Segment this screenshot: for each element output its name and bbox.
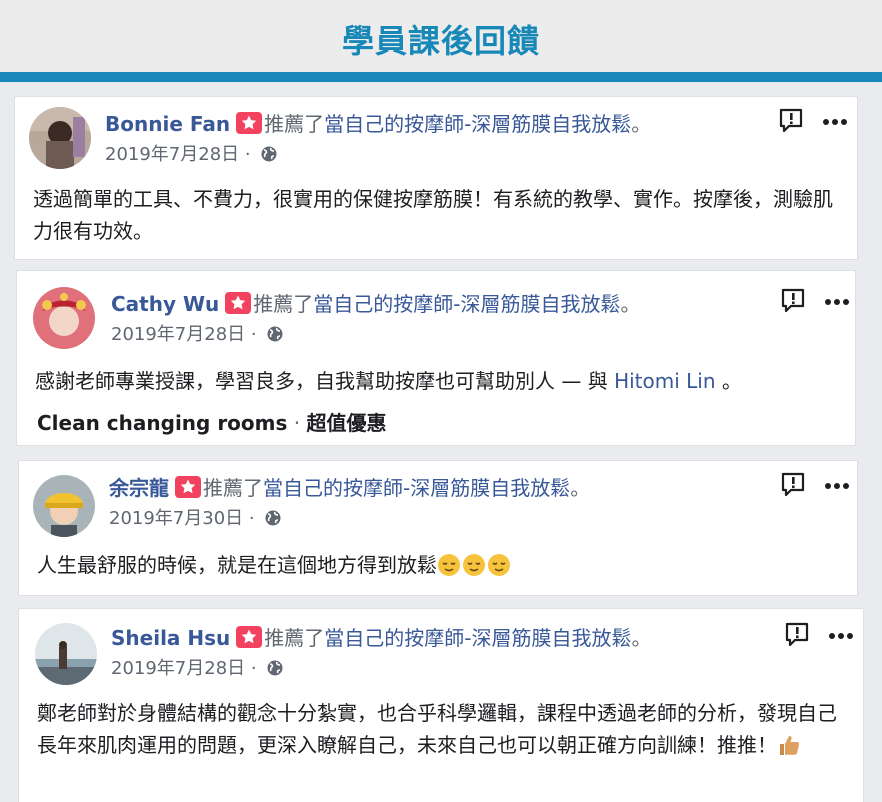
page-link[interactable]: 當自己的按摩師-深層筋膜自我放鬆 [263,476,570,500]
post-meta: 2019年7月28日 · [111,657,284,681]
review-text: 感謝老師專業授課，學習良多，自我幫助按摩也可幫助別人 — 與 Hitomi Li… [35,365,845,397]
meta-separator: · [250,324,257,345]
more-options-icon[interactable] [827,631,855,641]
author-name[interactable]: Cathy Wu [111,292,219,316]
post-meta: 2019年7月28日 · [111,323,284,347]
thumbs-up-emoji [780,736,800,755]
meta-separator: · [248,508,255,529]
review-text: 透過簡單的工具、不費力，很實用的保健按摩筋膜！有系統的教學、實作。按摩後，測驗肌… [33,187,833,243]
globe-icon [264,509,282,527]
post-date[interactable]: 2019年7月28日 [111,324,245,345]
page-link[interactable]: 當自己的按摩師-深層筋膜自我放鬆 [324,112,631,136]
recommend-text: 推薦了 [264,626,325,650]
post-header: 余宗龍 推薦了當自己的按摩師-深層筋膜自我放鬆。 [109,475,590,501]
recommend-end: 。 [570,476,591,500]
star-badge-icon [236,626,263,648]
post-meta: 2019年7月28日 · [105,143,278,167]
relieved-face-emoji [488,554,510,576]
recommend-end: 。 [631,626,652,650]
post-date[interactable]: 2019年7月28日 [111,658,245,679]
post-date[interactable]: 2019年7月30日 [109,508,243,529]
post-meta: 2019年7月30日 · [109,507,282,531]
post-header: Cathy Wu 推薦了當自己的按摩師-深層筋膜自我放鬆。 [111,291,641,317]
review-text: 人生最舒服的時候，就是在這個地方得到放鬆 [37,549,847,581]
avatar[interactable] [33,287,95,349]
more-options-icon[interactable] [821,117,849,127]
post-header: Sheila Hsu 推薦了當自己的按摩師-深層筋膜自我放鬆。 [111,625,651,651]
report-icon[interactable] [783,621,811,649]
author-name[interactable]: 余宗龍 [109,476,169,500]
more-options-icon[interactable] [823,481,851,491]
review-card: Sheila Hsu 推薦了當自己的按摩師-深層筋膜自我放鬆。 2019年7月28… [18,608,864,802]
relieved-face-emoji [463,554,485,576]
recommend-text: 推薦了 [264,112,325,136]
review-body-end: 。 [721,369,742,393]
globe-icon [260,145,278,163]
recommend-text: 推薦了 [203,476,263,500]
more-options-icon[interactable] [823,297,851,307]
tag-great-value: 超值優惠 [306,411,387,435]
author-name[interactable]: Bonnie Fan [105,112,230,136]
avatar[interactable] [35,623,97,685]
page-header: 學員課後回饋 [0,0,882,72]
review-body: 感謝老師專業授課，學習良多，自我幫助按摩也可幫助別人 — 與 [35,369,608,393]
recommendation-tags: Clean changing rooms · 超值優惠 [37,409,386,437]
star-badge-icon [225,292,252,314]
page-title: 學員課後回饋 [341,22,540,60]
review-card: 余宗龍 推薦了當自己的按摩師-深層筋膜自我放鬆。 2019年7月30日 · 人生最… [18,460,858,596]
recommend-end: 。 [620,292,641,316]
review-body: 鄭老師對於身體結構的觀念十分紮實，也合乎科學邏輯，課程中透過老師的分析，發現自己… [37,701,837,757]
globe-icon [266,325,284,343]
avatar[interactable] [29,107,91,169]
recommend-end: 。 [631,112,652,136]
relieved-face-emoji [438,554,460,576]
star-badge-icon [175,476,201,498]
page-link[interactable]: 當自己的按摩師-深層筋膜自我放鬆 [324,626,631,650]
meta-separator: · [244,144,251,165]
star-badge-icon [236,112,263,134]
review-text: 鄭老師對於身體結構的觀念十分紮實，也合乎科學邏輯，課程中透過老師的分析，發現自己… [37,697,849,761]
tagged-friend-link[interactable]: Hitomi Lin [614,369,715,393]
report-icon[interactable] [779,287,807,315]
author-name[interactable]: Sheila Hsu [111,626,230,650]
review-body: 人生最舒服的時候，就是在這個地方得到放鬆 [37,553,437,577]
page-link[interactable]: 當自己的按摩師-深層筋膜自我放鬆 [313,292,620,316]
meta-separator: · [250,658,257,679]
review-card: Bonnie Fan 推薦了當自己的按摩師-深層筋膜自我放鬆。 2019年7月28… [14,96,858,260]
avatar[interactable] [33,475,95,537]
post-date[interactable]: 2019年7月28日 [105,144,239,165]
tag-clean-rooms: Clean changing rooms [37,411,288,435]
globe-icon [266,659,284,677]
tag-separator: · [293,411,301,435]
header-accent-bar [0,72,882,82]
recommend-text: 推薦了 [253,292,314,316]
post-header: Bonnie Fan 推薦了當自己的按摩師-深層筋膜自我放鬆。 [105,111,651,137]
report-icon[interactable] [777,107,805,135]
review-card: Cathy Wu 推薦了當自己的按摩師-深層筋膜自我放鬆。 2019年7月28日 … [16,270,856,446]
report-icon[interactable] [779,471,807,499]
